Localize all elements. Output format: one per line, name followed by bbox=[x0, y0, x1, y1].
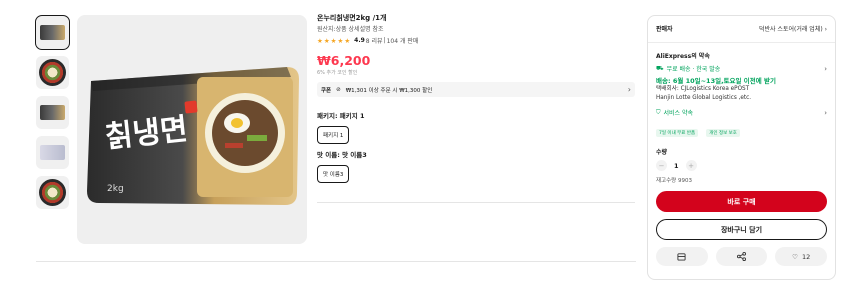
truck-icon: ⛟ bbox=[656, 64, 664, 72]
coupon-tag-icon: ⊘ bbox=[336, 86, 341, 93]
thumbnail-list bbox=[35, 15, 70, 216]
star-icon: ★ bbox=[330, 36, 337, 45]
wishlist-button[interactable]: ♡ 12 bbox=[775, 247, 828, 266]
package-weight-text: 2kg bbox=[107, 184, 124, 194]
rating-divider: | bbox=[383, 37, 386, 44]
decrease-quantity-button[interactable]: − bbox=[656, 160, 667, 171]
free-return-chip: 7일 이내 무료 반품 bbox=[656, 129, 699, 137]
package-option-label: 패키지: 패키지 1 bbox=[317, 112, 365, 120]
product-thumbnail-4[interactable] bbox=[36, 136, 69, 169]
chevron-right-icon: › bbox=[824, 64, 827, 73]
sales-count: 104 개 판매 bbox=[386, 38, 419, 45]
product-info: 온누리칡냉면2kg /1개 원산지:상품 상세설명 참조 ★ ★ ★ ★ ★ 4… bbox=[317, 13, 635, 183]
quantity-label: 수량 bbox=[656, 149, 668, 156]
product-page: 칡냉면 2kg 온누리칡냉면2kg /1개 원산지:상품 상세설명 참조 ★ ★… bbox=[0, 0, 850, 281]
delivery-estimate: 배송: 6월 10일~13일,토요일 이전에 받기 bbox=[656, 77, 776, 85]
share-icon bbox=[737, 252, 746, 261]
cart-icon-button[interactable] bbox=[656, 247, 708, 266]
package-option-button[interactable]: 패키지 1 bbox=[317, 126, 350, 144]
action-icons: ♡ 12 bbox=[656, 247, 828, 266]
share-button[interactable] bbox=[715, 247, 768, 266]
card-divider bbox=[648, 42, 835, 43]
product-title: 온누리칡냉면2kg /1개 bbox=[317, 14, 387, 22]
seller-name: 덕반사 스토어(거래 업체) bbox=[758, 26, 823, 33]
product-thumbnail-2[interactable] bbox=[36, 56, 69, 89]
carriers-line-2: Hanjin Lotte Global Logistics ,etc. bbox=[656, 95, 752, 101]
chevron-right-icon: › bbox=[824, 108, 827, 117]
buy-now-button[interactable]: 바로 구매 bbox=[656, 191, 827, 212]
review-count[interactable]: 8 리뷰 bbox=[366, 36, 383, 45]
star-icon: ★ bbox=[317, 36, 323, 45]
add-to-cart-button[interactable]: 장바구니 담기 bbox=[656, 219, 827, 240]
coin-discount-note: 6% 추가 코인 할인 bbox=[317, 70, 358, 76]
quantity-stepper: − 1 + bbox=[656, 160, 827, 171]
wishlist-count: 12 bbox=[801, 252, 811, 261]
cart-icon bbox=[677, 253, 686, 261]
stock-count: 재고수량 9903 bbox=[656, 178, 692, 184]
heart-icon: ♡ bbox=[792, 252, 798, 261]
service-chips: 7일 이내 무료 반품 개인 정보 보호 bbox=[656, 119, 827, 138]
noodle-package-illustration: 칡냉면 2kg bbox=[87, 67, 299, 205]
service-text: 서비스 약속 bbox=[663, 110, 694, 117]
chevron-right-icon: › bbox=[627, 85, 631, 94]
shipping-text: 무료 배송 · 한국 발송 bbox=[666, 66, 721, 73]
section-divider bbox=[36, 261, 636, 262]
carriers-line-1: 택배회사: CJLogistics Korea ePOST bbox=[656, 86, 750, 92]
privacy-chip: 개인 정보 보호 bbox=[706, 129, 740, 137]
product-thumbnail-1[interactable] bbox=[35, 15, 70, 50]
coupon-text: ₩1,301 이상 주문 시 ₩1,300 할인 bbox=[345, 87, 433, 94]
seller-row[interactable]: 판매자 덕반사 스토어(거래 업체) › bbox=[656, 24, 827, 33]
seller-name-wrap: 덕반사 스토어(거래 업체) › bbox=[759, 24, 827, 33]
coupon-bar[interactable]: 쿠폰 ⊘ ₩1,301 이상 주문 시 ₩1,300 할인 › bbox=[317, 82, 635, 97]
product-thumbnail-3[interactable] bbox=[36, 96, 69, 129]
main-product-image[interactable]: 칡냉면 2kg bbox=[77, 15, 307, 244]
product-subtitle: 원산지:상품 상세설명 참조 bbox=[317, 26, 384, 33]
rating-score: 4.9 bbox=[354, 37, 365, 44]
chevron-right-icon: › bbox=[824, 26, 827, 33]
seller-label: 판매자 bbox=[656, 26, 673, 33]
rating-row[interactable]: ★ ★ ★ ★ ★ 4.9 8 리뷰 | 104 개 판매 bbox=[317, 36, 635, 46]
increase-quantity-button[interactable]: + bbox=[685, 160, 697, 171]
price: ₩6,200 bbox=[317, 53, 371, 68]
coupon-label: 쿠폰 bbox=[321, 87, 332, 94]
shipping-row[interactable]: ⛟ 무료 배송 · 한국 발송 › bbox=[656, 64, 827, 74]
service-row[interactable]: ⛉ 서비스 약속 › bbox=[656, 108, 827, 118]
taste-option-button[interactable]: 맛 이름3 bbox=[317, 165, 350, 183]
quantity-value[interactable]: 1 bbox=[674, 162, 679, 170]
section-divider bbox=[317, 202, 635, 203]
star-icon: ★ bbox=[344, 36, 351, 45]
promise-title: AliExpress의 약속 bbox=[656, 53, 710, 60]
purchase-card: 판매자 덕반사 스토어(거래 업체) › AliExpress의 약속 ⛟ 무료… bbox=[647, 15, 836, 280]
taste-option-label: 맛 이름: 맛 이름3 bbox=[317, 151, 367, 159]
shield-icon: ⛉ bbox=[656, 108, 661, 116]
star-icon: ★ bbox=[323, 36, 330, 45]
product-thumbnail-5[interactable] bbox=[36, 176, 69, 209]
star-icon: ★ bbox=[337, 36, 344, 45]
